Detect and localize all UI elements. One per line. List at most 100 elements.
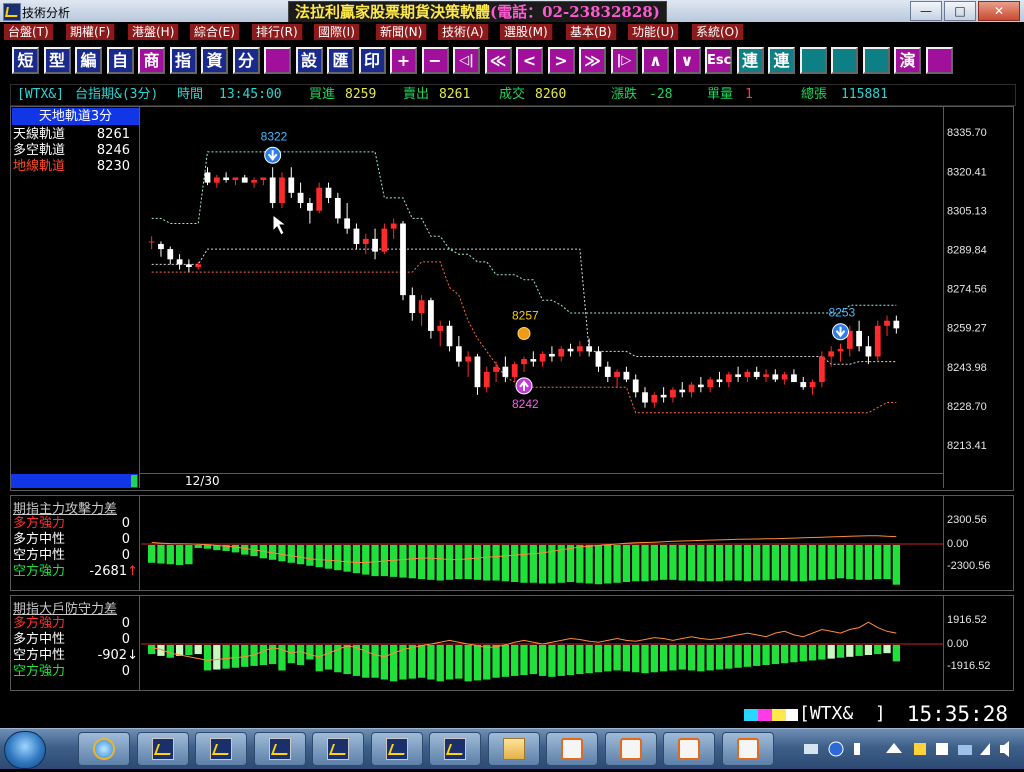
histogram-bar xyxy=(511,545,519,583)
defense-diff-chart[interactable] xyxy=(11,596,1013,690)
menu-ranking[interactable]: 排行(R) xyxy=(252,24,303,40)
toolbar-esc-button[interactable]: Esc xyxy=(705,47,732,74)
candle xyxy=(288,177,295,193)
price-annotation: 8257 xyxy=(512,308,539,322)
toolbar-print-button[interactable]: 印 xyxy=(358,47,386,74)
histogram-bar xyxy=(632,545,640,582)
taskbar-app-button[interactable] xyxy=(604,732,657,766)
chart-icon xyxy=(385,738,408,760)
taskbar-ie-button[interactable] xyxy=(78,732,130,766)
toolbar-down-button[interactable]: ∨ xyxy=(673,47,701,74)
candle xyxy=(744,371,751,377)
toolbar-window-button[interactable] xyxy=(799,47,827,74)
histogram-bar xyxy=(324,545,333,569)
toolbar-demo-button[interactable]: 演 xyxy=(894,47,921,74)
menu-technical[interactable]: 技術(A) xyxy=(438,24,489,40)
histogram-bar xyxy=(464,545,472,580)
toolbar-type-button[interactable]: 型 xyxy=(43,47,71,74)
quote-bid: 8259 xyxy=(345,87,377,102)
histogram-bar xyxy=(538,545,547,584)
menu-stock-picking[interactable]: 選股(M) xyxy=(500,24,553,40)
toolbar-last-button[interactable]: |▷ xyxy=(610,47,638,74)
histogram-bar xyxy=(790,645,798,663)
taskbar-app-button[interactable] xyxy=(546,732,598,766)
toolbar-index-button[interactable]: 指 xyxy=(169,47,197,74)
candle xyxy=(428,300,434,331)
taskbar-chart-button[interactable] xyxy=(253,732,306,766)
candle xyxy=(446,325,453,347)
price-chart[interactable]: 8335.70 8320.41 8305.13 8289.84 8274.56 8259.… xyxy=(11,107,1013,490)
candle xyxy=(800,382,807,388)
window-title: 技術分析 xyxy=(22,6,71,20)
taskbar-chart-button[interactable] xyxy=(312,732,364,766)
toolbar-fan-button[interactable] xyxy=(862,47,890,74)
toolbar-back-button[interactable]: < xyxy=(516,47,543,74)
histogram-bar xyxy=(473,645,482,681)
histogram-bar xyxy=(287,645,295,664)
toolbar-info-button[interactable]: 資 xyxy=(201,47,228,74)
histogram-bar xyxy=(715,545,724,582)
histogram-bar xyxy=(734,545,742,581)
toolbar-lock-button[interactable] xyxy=(831,47,858,74)
toolbar-edit2-button[interactable] xyxy=(925,47,953,74)
taskbar-chart-button[interactable] xyxy=(429,732,481,766)
histogram-bar xyxy=(399,545,407,578)
menu-hk-market[interactable]: 港盤(H) xyxy=(128,24,180,40)
toolbar-link2-button[interactable]: 連 xyxy=(768,47,795,74)
attack-diff-chart[interactable] xyxy=(11,496,1013,590)
toolbar-short-button[interactable]: 短 xyxy=(12,47,39,74)
histogram-bar xyxy=(753,545,761,581)
status-symbol: WTX& xyxy=(809,703,854,724)
toolbar-split-button[interactable]: 分 xyxy=(232,47,260,74)
candle xyxy=(204,172,211,183)
candle xyxy=(437,325,444,331)
status-bar: [WTX& ] 15:35:28 xyxy=(0,700,1024,728)
toolbar-custom-button[interactable]: 自 xyxy=(106,47,134,74)
toolbar-fast-back-button[interactable]: ≪ xyxy=(484,47,512,74)
toolbar-product-button[interactable]: 商 xyxy=(138,47,165,74)
quote-ask: 8261 xyxy=(439,87,471,102)
menu-international[interactable]: 國際(I) xyxy=(314,24,360,40)
toolbar-edit-button[interactable]: 編 xyxy=(75,47,102,74)
toolbar-chart-button[interactable] xyxy=(264,47,291,74)
histogram-bar xyxy=(632,645,640,673)
histogram-bar xyxy=(883,545,891,580)
histogram-bar xyxy=(827,645,835,659)
histogram-bar xyxy=(287,545,295,563)
taskbar-app-button[interactable] xyxy=(721,732,774,766)
histogram-bar xyxy=(604,545,612,584)
histogram-bar xyxy=(473,545,482,580)
start-button[interactable] xyxy=(4,731,46,769)
toolbar-export-button[interactable]: 匯 xyxy=(327,47,354,74)
menu-taiwan-market[interactable]: 台盤(T) xyxy=(4,24,54,40)
toolbar-forward-button[interactable]: > xyxy=(547,47,575,74)
histogram-bar xyxy=(352,645,361,676)
toolbar-fast-forward-button[interactable]: ≫ xyxy=(579,47,606,74)
toolbar-first-button[interactable]: ◁| xyxy=(453,47,480,74)
maximize-button[interactable]: □ xyxy=(944,1,976,21)
menu-fundamentals[interactable]: 基本(B) xyxy=(566,24,617,40)
taskbar-app-button[interactable] xyxy=(663,732,715,766)
toolbar-link-button[interactable]: 連 xyxy=(736,47,764,74)
menu-system[interactable]: 系統(O) xyxy=(692,24,744,40)
minimize-button[interactable]: — xyxy=(910,1,942,21)
toolbar-settings-button[interactable]: 設 xyxy=(295,47,323,74)
taskbar-chart-button[interactable] xyxy=(136,732,189,766)
toolbar-up-button[interactable]: ∧ xyxy=(642,47,669,74)
taskbar-chart-button[interactable] xyxy=(195,732,247,766)
taskbar-chart-button[interactable] xyxy=(370,732,423,766)
histogram-bar xyxy=(529,545,537,583)
candle xyxy=(186,264,192,267)
menu-news[interactable]: 新聞(N) xyxy=(376,24,428,40)
toolbar-zoom-in-button[interactable]: + xyxy=(390,47,417,74)
histogram-bar xyxy=(259,645,268,665)
status-symbol-box[interactable]: [WTX& ] xyxy=(799,703,886,724)
menu-composite[interactable]: 綜合(E) xyxy=(190,24,240,40)
histogram-bar xyxy=(427,545,435,580)
taskbar-folder-button[interactable] xyxy=(487,732,540,766)
toolbar-zoom-out-button[interactable]: − xyxy=(421,47,449,74)
menu-futures-options[interactable]: 期權(F) xyxy=(66,24,116,40)
menu-functions[interactable]: 功能(U) xyxy=(628,24,680,40)
histogram-bar xyxy=(855,645,863,656)
close-button[interactable]: ✕ xyxy=(978,1,1020,21)
